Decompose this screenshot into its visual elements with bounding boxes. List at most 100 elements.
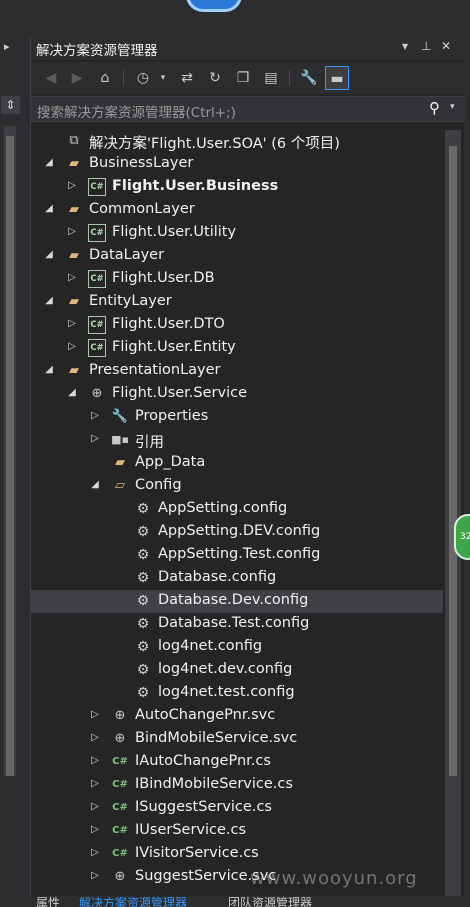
tree-item[interactable]: ⚙ Database.Dev.config: [31, 590, 443, 613]
folder-open-icon: ▱: [115, 478, 125, 493]
tree-item[interactable]: ⚙ log4net.dev.config: [31, 659, 443, 682]
tree-item-label: log4net.dev.config: [158, 661, 293, 677]
folder-icon: ▰: [69, 248, 79, 263]
expanded-arrow-icon[interactable]: ◢: [43, 157, 55, 168]
expanded-arrow-icon[interactable]: ◢: [43, 364, 55, 375]
tree-item[interactable]: ▷ C# ISuggestService.cs: [31, 797, 443, 820]
collapsed-arrow-icon[interactable]: ▷: [89, 778, 101, 789]
csharp-file-icon: C#: [112, 802, 128, 813]
tree-item[interactable]: ◢ ⊕ Flight.User.Service: [31, 383, 443, 406]
search-icon[interactable]: ⚲: [429, 99, 440, 117]
tree-item[interactable]: ▷ C# Flight.User.Utility: [31, 222, 443, 245]
collapsed-arrow-icon[interactable]: ▷: [89, 847, 101, 858]
folder-icon: ▰: [69, 294, 79, 309]
references-icon: ■▪: [111, 433, 129, 446]
tab-team-explorer[interactable]: 团队资源管理器: [228, 896, 312, 907]
tree-item[interactable]: ◢ ▰ CommonLayer: [31, 199, 443, 222]
collapsed-arrow-icon[interactable]: ▷: [89, 801, 101, 812]
tree-item[interactable]: ◢ ▰ DataLayer: [31, 245, 443, 268]
tree-item[interactable]: ◢ ▰ EntityLayer: [31, 291, 443, 314]
tree-item[interactable]: ⚙ log4net.test.config: [31, 682, 443, 705]
collapsed-arrow-icon[interactable]: ▷: [89, 732, 101, 743]
collapsed-arrow-icon[interactable]: ▷: [89, 709, 101, 720]
collapsed-arrow-icon[interactable]: ▷: [89, 824, 101, 835]
collapsed-arrow-icon[interactable]: ▷: [89, 755, 101, 766]
tree-item[interactable]: ⚙ AppSetting.Test.config: [31, 544, 443, 567]
tree-item[interactable]: ▷ C# IAutoChangePnr.cs: [31, 751, 443, 774]
tree-item[interactable]: ⚙ Database.config: [31, 567, 443, 590]
folder-icon: ▰: [115, 455, 125, 470]
left-scrollbar-thumb[interactable]: [6, 136, 14, 776]
tree-item[interactable]: ▷ C# IVisitorService.cs: [31, 843, 443, 866]
forward-icon[interactable]: ▶: [65, 66, 89, 90]
collapsed-arrow-icon[interactable]: ▷: [66, 180, 78, 191]
tree-item-label: AppSetting.DEV.config: [158, 523, 321, 539]
tree-item[interactable]: ▷ C# Flight.User.DTO: [31, 314, 443, 337]
tree-item-label: Flight.User.Entity: [112, 339, 236, 355]
tree-item[interactable]: ▰ App_Data: [31, 452, 443, 475]
tree-item[interactable]: ▷ ■▪ 引用: [31, 429, 443, 452]
tree-item[interactable]: ▷ C# Flight.User.Entity: [31, 337, 443, 360]
tree-item[interactable]: ▷ C# Flight.User.DB: [31, 268, 443, 291]
csharp-file-icon: C#: [112, 779, 128, 790]
tree-scrollbar[interactable]: [445, 130, 461, 896]
collapsed-arrow-icon[interactable]: ▷: [89, 410, 101, 421]
tree-item[interactable]: ⚙ AppSetting.DEV.config: [31, 521, 443, 544]
left-scrollbar[interactable]: [4, 126, 16, 776]
search-options-dropdown-icon[interactable]: ▾: [450, 102, 455, 112]
close-icon[interactable]: ✕: [441, 39, 451, 53]
tree-item[interactable]: ◢ ▱ Config: [31, 475, 443, 498]
pin-icon[interactable]: ⊥: [421, 39, 431, 53]
search-box[interactable]: 搜索解决方案资源管理器(Ctrl+;) ⚲ ▾: [31, 96, 465, 122]
tree-item[interactable]: ▷ C# IBindMobileService.cs: [31, 774, 443, 797]
tree-item[interactable]: ⚙ log4net.config: [31, 636, 443, 659]
expanded-arrow-icon[interactable]: ◢: [43, 203, 55, 214]
tab-solution-explorer[interactable]: 解决方案资源管理器: [79, 896, 187, 907]
window-position-dropdown-icon[interactable]: ▾: [402, 39, 408, 53]
properties-wrench-icon[interactable]: 🔧: [297, 66, 321, 90]
tree-item-label: PresentationLayer: [89, 362, 221, 378]
tree-item[interactable]: ⧉ 解决方案'Flight.User.SOA' (6 个项目): [31, 130, 443, 153]
tree-item-label: AppSetting.Test.config: [158, 546, 321, 562]
back-icon[interactable]: ◀: [39, 66, 63, 90]
collapsed-arrow-icon[interactable]: ▷: [66, 226, 78, 237]
split-handle-icon[interactable]: ⇕: [1, 96, 20, 114]
preview-toggle-icon[interactable]: ▬: [325, 66, 349, 90]
expanded-arrow-icon[interactable]: ◢: [43, 295, 55, 306]
expanded-arrow-icon[interactable]: ◢: [66, 387, 78, 398]
config-file-icon: ⚙: [136, 639, 150, 655]
show-all-files-icon[interactable]: ▤: [259, 66, 283, 90]
tab-properties[interactable]: 属性: [36, 896, 60, 907]
tree-item[interactable]: ⚙ Database.Test.config: [31, 613, 443, 636]
sync-icon[interactable]: ⇄: [175, 66, 199, 90]
tree-item[interactable]: ◢ ▰ BusinessLayer: [31, 153, 443, 176]
collapsed-arrow-icon[interactable]: ▷: [89, 870, 101, 881]
tree-item[interactable]: ▷ C# Flight.User.Business: [31, 176, 443, 199]
collapsed-arrow-icon[interactable]: ▷: [89, 433, 101, 444]
history-dropdown-icon[interactable]: ▾: [151, 66, 175, 90]
scroll-left-icon[interactable]: ▸: [4, 40, 10, 53]
tree-item-label: BusinessLayer: [89, 155, 194, 171]
tree-item-label: ISuggestService.cs: [135, 799, 272, 815]
collapsed-arrow-icon[interactable]: ▷: [66, 341, 78, 352]
search-input[interactable]: 搜索解决方案资源管理器(Ctrl+;): [37, 101, 236, 121]
refresh-icon[interactable]: ↻: [203, 66, 227, 90]
tree-item[interactable]: ⚙ AppSetting.config: [31, 498, 443, 521]
collapse-all-icon[interactable]: ❐: [231, 66, 255, 90]
tree-item[interactable]: ▷ C# IUserService.cs: [31, 820, 443, 843]
tree-item-label: log4net.test.config: [158, 684, 295, 700]
panel-titlebar: 解决方案资源管理器 ▾ ⊥ ✕: [31, 36, 465, 60]
tree-item[interactable]: ◢ ▰ PresentationLayer: [31, 360, 443, 383]
expanded-arrow-icon[interactable]: ◢: [43, 249, 55, 260]
service-file-icon: ⊕: [114, 708, 126, 723]
expanded-arrow-icon[interactable]: ◢: [89, 479, 101, 490]
csharp-project-icon: C#: [88, 339, 106, 357]
csharp-project-icon: C#: [88, 178, 106, 196]
tree-item[interactable]: ▷ 🔧 Properties: [31, 406, 443, 429]
tree-item[interactable]: ▷ ⊕ BindMobileService.svc: [31, 728, 443, 751]
home-icon[interactable]: ⌂: [93, 66, 117, 90]
tree-item[interactable]: ▷ ⊕ AutoChangePnr.svc: [31, 705, 443, 728]
tree-scrollbar-thumb[interactable]: [449, 146, 457, 776]
collapsed-arrow-icon[interactable]: ▷: [66, 272, 78, 283]
collapsed-arrow-icon[interactable]: ▷: [66, 318, 78, 329]
